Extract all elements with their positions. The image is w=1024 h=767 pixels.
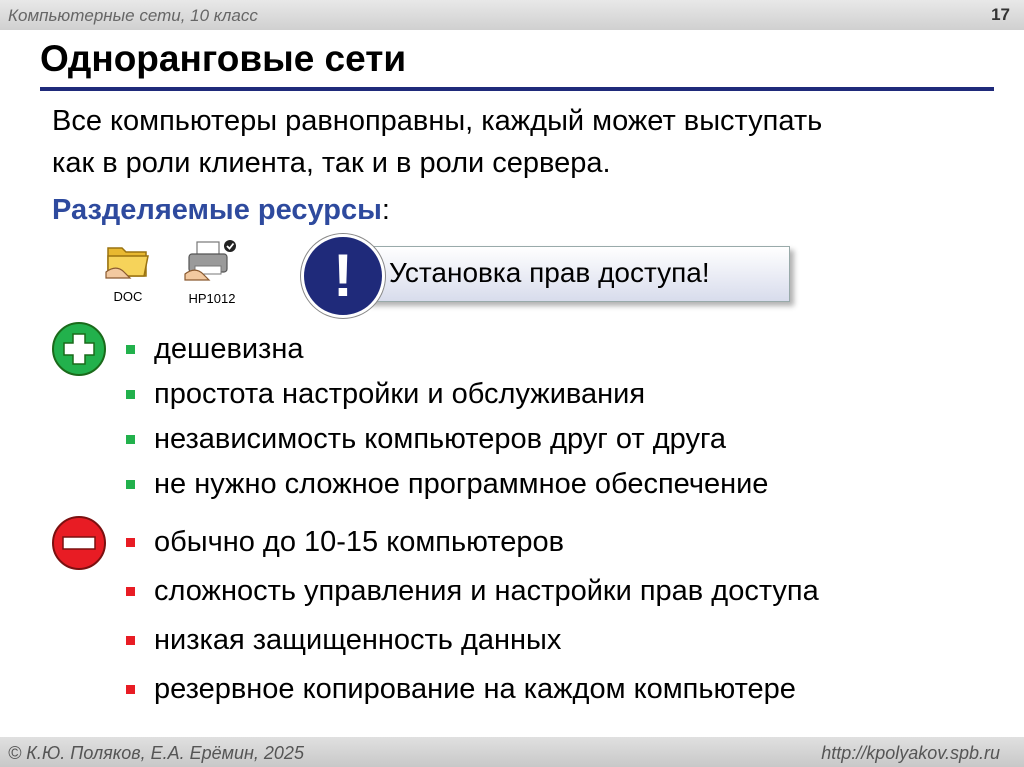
callout-text: Установка прав доступа! <box>389 257 710 288</box>
bullet <box>126 587 135 596</box>
pros-list: дешевизна простота настройки и обслужива… <box>126 327 768 507</box>
list-item: дешевизна <box>126 327 768 372</box>
footer-url[interactable]: http://kpolyakov.spb.ru <box>821 743 1000 764</box>
list-item-text: не нужно сложное программное обеспечение <box>154 468 769 500</box>
list-item-text: низкая защищенность данных <box>154 624 562 656</box>
list-item: сложность управления и настройки прав до… <box>126 567 819 616</box>
bullet <box>126 345 135 354</box>
bullet <box>126 685 135 694</box>
slide-title: Одноранговые сети <box>40 38 407 79</box>
cons-list: обычно до 10-15 компьютеров сложность уп… <box>126 518 819 714</box>
access-rights-callout: Установка прав доступа! <box>366 246 790 302</box>
list-item-text: простота настройки и обслуживания <box>154 378 646 410</box>
bullet <box>126 390 135 399</box>
shared-folder: DOC <box>96 238 160 304</box>
page-number: 17 <box>991 5 1010 24</box>
list-item: резервное копирование на каждом компьюте… <box>126 665 819 714</box>
shared-folder-icon <box>105 247 149 279</box>
intro-line: Все компьютеры равноправны, каждый может… <box>52 105 823 137</box>
resources-colon: : <box>381 194 390 226</box>
resources-heading-text: Разделяемые ресурсы <box>52 194 382 226</box>
resources-heading: Разделяемые ресурсы: <box>52 194 390 227</box>
list-item: низкая защищенность данных <box>126 616 819 665</box>
list-item-text: дешевизна <box>154 333 304 365</box>
list-item-text: обычно до 10-15 компьютеров <box>154 526 564 558</box>
bullet <box>126 538 135 547</box>
list-item-text: резервное копирование на каждом компьюте… <box>154 673 796 705</box>
top-bar: Компьютерные сети, 10 класс 17 <box>0 0 1024 30</box>
list-item: простота настройки и обслуживания <box>126 372 768 417</box>
list-item-text: сложность управления и настройки прав до… <box>154 575 819 607</box>
intro-line: как в роли клиента, так и в роли сервера… <box>52 147 611 179</box>
title-underline <box>40 87 994 91</box>
printer-caption: HP1012 <box>188 291 236 306</box>
bullet <box>126 480 135 489</box>
minus-icon <box>52 516 106 570</box>
intro-text: Все компьютеры равноправны, каждый может… <box>52 100 992 184</box>
plus-icon <box>52 322 106 376</box>
footer-bar: © К.Ю. Поляков, Е.А. Ерёмин, 2025 http:/… <box>0 737 1024 767</box>
list-item: независимость компьютеров друг от друга <box>126 417 768 462</box>
course-name: Компьютерные сети, 10 класс <box>8 6 258 25</box>
list-item-text: независимость компьютеров друг от друга <box>154 423 727 455</box>
bullet <box>126 435 135 444</box>
footer-authors: © К.Ю. Поляков, Е.А. Ерёмин, 2025 <box>8 743 304 763</box>
list-item: обычно до 10-15 компьютеров <box>126 518 819 567</box>
list-item: не нужно сложное программное обеспечение <box>126 462 768 507</box>
exclamation-icon: ! <box>301 234 385 318</box>
shared-printer: HP1012 <box>180 238 244 306</box>
shared-printer-icon <box>184 240 236 281</box>
bullet <box>126 636 135 645</box>
folder-caption: DOC <box>113 289 143 304</box>
